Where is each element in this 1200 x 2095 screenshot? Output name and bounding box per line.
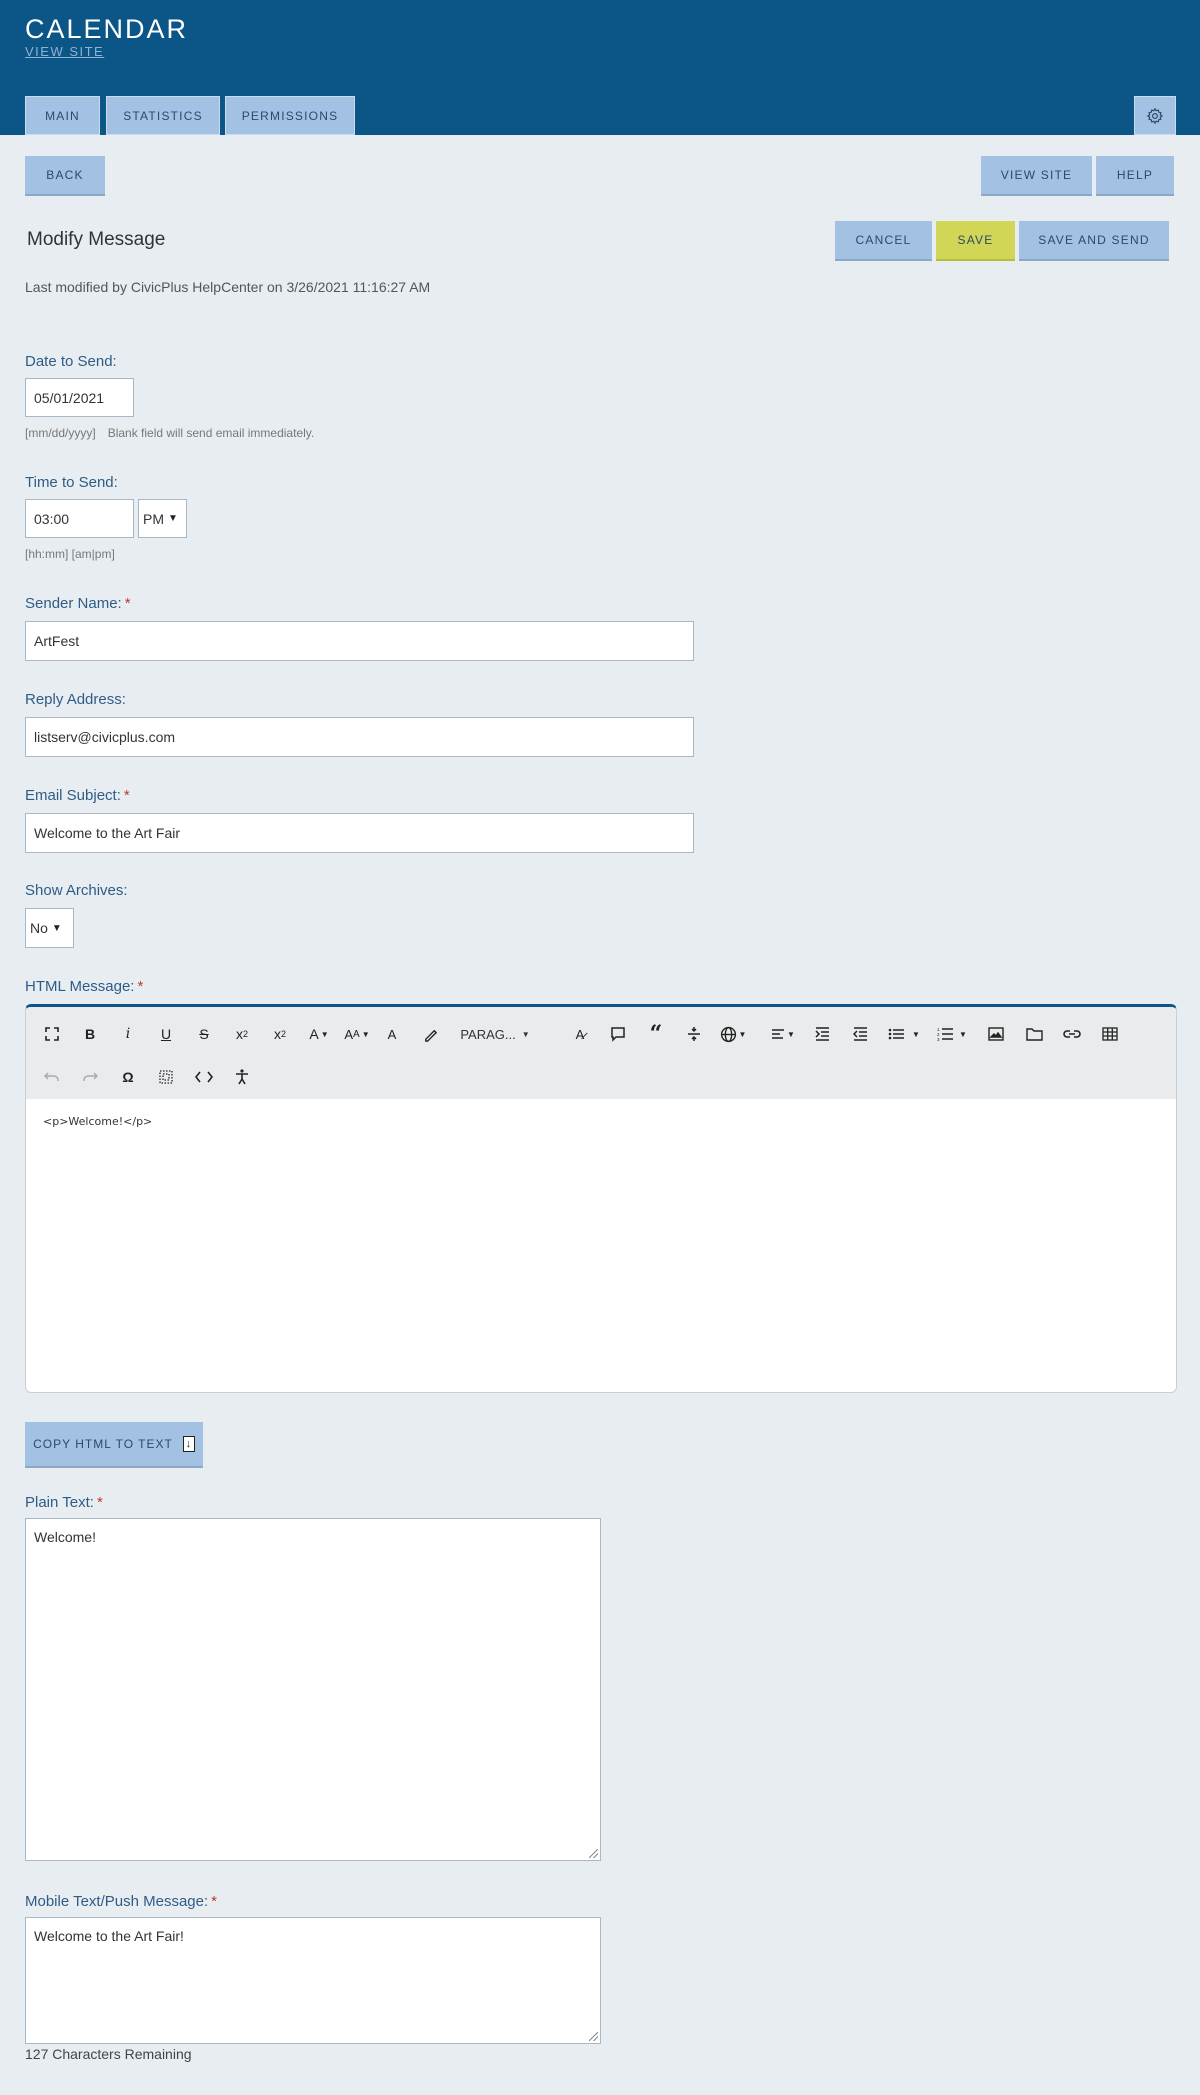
time-to-send-label: Time to Send:	[25, 474, 118, 491]
required-marker: *	[124, 595, 131, 612]
bold-icon[interactable]: B	[78, 1019, 102, 1049]
code-view-icon[interactable]	[192, 1062, 216, 1092]
folder-icon[interactable]	[1022, 1019, 1046, 1049]
plain-text-label-text: Plain Text:	[25, 1494, 94, 1511]
tab-main[interactable]: MAIN	[25, 96, 100, 135]
mobile-text-textarea[interactable]: Welcome to the Art Fair!	[25, 1917, 601, 2044]
tab-statistics[interactable]: STATISTICS	[106, 96, 220, 135]
image-icon[interactable]	[984, 1019, 1008, 1049]
copy-html-to-text-button[interactable]: COPY HTML TO TEXT ↓	[25, 1422, 203, 1468]
link-icon[interactable]	[1060, 1019, 1084, 1049]
paragraph-format-label: PARAG...	[460, 1026, 516, 1042]
chevron-down-icon: ▼	[168, 513, 178, 524]
font-color-icon[interactable]: A ▼	[304, 1019, 334, 1049]
email-subject-label: Email Subject: *	[25, 787, 130, 804]
copy-html-to-text-label: COPY HTML TO TEXT	[33, 1437, 173, 1451]
html-editor-content[interactable]: <p>Welcome!</p>	[43, 1115, 152, 1128]
html-message-label-text: HTML Message:	[25, 978, 135, 995]
mobile-text-value: Welcome to the Art Fair!	[34, 1928, 184, 1944]
undo-icon[interactable]	[40, 1062, 64, 1092]
gear-icon	[1146, 107, 1164, 124]
resize-grip-icon[interactable]	[589, 1849, 598, 1858]
highlight-icon[interactable]	[418, 1019, 442, 1049]
app-title: CALENDAR	[25, 14, 189, 44]
email-subject-label-text: Email Subject:	[25, 787, 121, 804]
chevron-down-icon: ▼	[51, 922, 62, 934]
fill-color-icon[interactable]: A	[380, 1019, 404, 1049]
editor-toolbar: B i U S x2 x2 A ▼ A A ▼ A PARAG... ▼ A̷ “ ▼ …	[26, 1007, 1176, 1099]
redo-icon[interactable]	[78, 1062, 102, 1092]
font-size-icon[interactable]: A A ▼	[340, 1019, 374, 1049]
bullet-list-icon[interactable]: ▼	[884, 1019, 924, 1049]
subscript-icon[interactable]: x2	[230, 1019, 254, 1049]
required-marker: *	[211, 1893, 217, 1910]
required-marker: *	[137, 978, 144, 995]
clear-formatting-icon[interactable]: A̷	[568, 1019, 592, 1049]
tab-permissions[interactable]: PERMISSIONS	[225, 96, 355, 135]
date-to-send-label: Date to Send:	[25, 353, 117, 370]
date-hint: [mm/dd/yyyy] Blank field will send email …	[25, 426, 314, 440]
italic-icon[interactable]: i	[116, 1019, 140, 1049]
language-icon[interactable]: ▼	[716, 1019, 750, 1049]
reply-address-label: Reply Address:	[25, 691, 126, 708]
show-archives-value: No	[30, 920, 48, 936]
date-format-hint: [mm/dd/yyyy]	[25, 426, 96, 440]
plain-text-label: Plain Text: *	[25, 1494, 103, 1511]
select-all-icon[interactable]	[154, 1062, 178, 1092]
outdent-icon[interactable]	[848, 1019, 872, 1049]
resize-grip-icon[interactable]	[589, 2032, 598, 2041]
ampm-value: PM	[143, 510, 164, 527]
show-archives-select[interactable]: No ▼	[25, 908, 74, 948]
plain-text-value: Welcome!	[34, 1529, 96, 1545]
superscript-icon[interactable]: x2	[268, 1019, 292, 1049]
ampm-select[interactable]: PM ▼	[138, 499, 187, 538]
time-format-hint: [hh:mm] [am|pm]	[25, 547, 115, 561]
sender-name-label: Sender Name: *	[25, 595, 131, 612]
show-archives-label: Show Archives:	[25, 882, 128, 899]
special-character-icon[interactable]: Ω	[116, 1062, 140, 1092]
help-button[interactable]: HELP	[1096, 156, 1174, 196]
horizontal-line-icon[interactable]	[682, 1019, 706, 1049]
table-icon[interactable]	[1098, 1019, 1122, 1049]
underline-icon[interactable]: U	[154, 1019, 178, 1049]
time-to-send-input[interactable]: 03:00	[25, 499, 134, 538]
required-marker: *	[96, 1494, 103, 1511]
back-button[interactable]: BACK	[25, 156, 105, 196]
sender-name-input[interactable]: ArtFest	[25, 621, 694, 661]
characters-remaining: 127 Characters Remaining	[25, 2046, 192, 2062]
quote-icon[interactable]: “	[644, 1019, 668, 1049]
save-and-send-button[interactable]: SAVE AND SEND	[1019, 221, 1169, 261]
indent-icon[interactable]	[810, 1019, 834, 1049]
plain-text-textarea[interactable]: Welcome!	[25, 1518, 601, 1861]
numbered-list-icon[interactable]: 1 2 3 ▼	[932, 1019, 972, 1049]
fullscreen-icon[interactable]	[40, 1019, 64, 1049]
save-button[interactable]: SAVE	[936, 221, 1015, 261]
app-header: CALENDAR VIEW SITE MAIN STATISTICS PERMI…	[0, 0, 1200, 135]
html-editor: B i U S x2 x2 A ▼ A A ▼ A PARAG... ▼ A̷ “ ▼ …	[25, 1004, 1177, 1393]
page-title: Modify Message	[27, 229, 166, 250]
svg-text:3: 3	[937, 1037, 940, 1041]
email-subject-input[interactable]: Welcome to the Art Fair	[25, 813, 694, 853]
arrow-down-icon: ↓	[182, 1436, 195, 1452]
mobile-text-label-text: Mobile Text/Push Message:	[25, 1893, 209, 1910]
view-site-button[interactable]: VIEW SITE	[981, 156, 1092, 196]
last-modified-text: Last modified by CivicPlus HelpCenter on…	[25, 279, 431, 295]
comment-icon[interactable]	[606, 1019, 630, 1049]
settings-button[interactable]	[1134, 96, 1176, 135]
sender-name-label-text: Sender Name:	[25, 595, 122, 612]
strikethrough-icon[interactable]: S	[192, 1019, 216, 1049]
date-to-send-input[interactable]: 05/01/2021	[25, 378, 134, 417]
accessibility-icon[interactable]	[230, 1062, 254, 1092]
date-blank-hint: Blank field will send email immediately.	[107, 426, 315, 440]
paragraph-format-dropdown[interactable]: PARAG... ▼	[454, 1019, 536, 1049]
required-marker: *	[123, 787, 130, 804]
header-view-site-link[interactable]: VIEW SITE	[25, 44, 104, 59]
html-message-label: HTML Message: *	[25, 978, 143, 995]
mobile-text-label: Mobile Text/Push Message: *	[25, 1893, 217, 1910]
reply-address-input[interactable]: listserv@civicplus.com	[25, 717, 694, 757]
align-icon[interactable]: ▼	[768, 1019, 798, 1049]
cancel-button[interactable]: CANCEL	[835, 221, 932, 261]
